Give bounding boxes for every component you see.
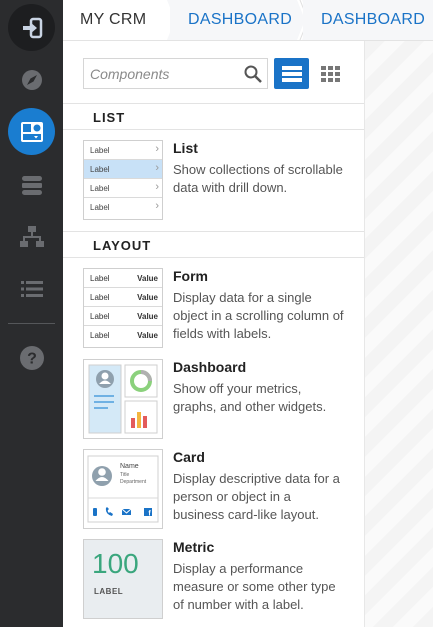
breadcrumb-label: DASHBOARD [321,11,426,28]
component-description: Show off your metrics, graphs, and other… [173,381,327,414]
component-item-card[interactable]: f Name Title Department Card Display des… [83,449,353,529]
search-input[interactable] [90,65,240,83]
section-title: LIST [93,110,126,125]
list-view-icon [281,65,302,82]
component-description: Show collections of scrollable data with… [173,162,343,195]
component-item-list[interactable]: Label › Label › Label › Label › List Show co… [83,140,353,220]
component-title: Card [173,449,205,465]
card-thumb-department: Department [120,479,147,485]
search-icon[interactable] [243,64,263,84]
top-header: MY CRM DASHBOARD DASHBOARD [63,0,433,41]
section-title: LAYOUT [93,238,152,253]
card-thumb-title: Title [120,472,130,478]
component-title: Metric [173,539,215,555]
thumb-row-selected: Label › [84,160,162,179]
left-nav-rail: ? [0,0,63,627]
breadcrumb-item-dashboard-1[interactable]: DASHBOARD [170,0,304,40]
help-button[interactable]: ? [16,342,47,373]
help-icon: ? [19,345,44,370]
dashboard-thumbnail [83,359,163,439]
app-title[interactable]: MY CRM [80,11,146,29]
section-header-layout: LAYOUT [63,231,364,258]
card-thumb-graphic: f [87,455,159,523]
component-title: Form [173,268,208,284]
form-thumbnail: Label Value Label Value Label Value Label Va… [83,268,163,348]
explore-button[interactable] [16,64,47,95]
thumb-row: Label › [84,141,162,160]
list-view-button[interactable] [274,58,309,89]
breadcrumb-item-dashboard-2[interactable]: DASHBOARD [303,0,433,40]
component-item-form[interactable]: Label Value Label Value Label Value Label Va… [83,268,353,348]
compass-icon [21,69,42,90]
grid-view-button[interactable] [313,58,348,89]
grid-view-icon [321,65,340,82]
component-search [83,58,268,89]
thumb-row: Label › [84,179,162,198]
section-header-list: LIST [63,103,364,130]
component-description: Display descriptive data for a person or… [173,471,340,522]
list-icon [20,280,43,297]
list-button[interactable] [16,273,47,304]
metric-thumb-number: 100 [92,548,139,579]
components-icon [20,121,43,142]
component-title: Dashboard [173,359,247,375]
card-thumb-name: Name [120,463,139,470]
components-button[interactable] [8,108,55,155]
breadcrumb-label: DASHBOARD [188,11,293,28]
component-palette: LIST Label› Label› Label› Label› List Sh… [63,41,364,627]
component-description: Display data for a single object in a sc… [173,290,344,341]
metric-thumbnail: 100 LABEL [83,539,163,619]
component-description: Display a performance measure or some ot… [173,561,336,612]
list-thumbnail: Label › Label › Label › Label › [83,140,163,220]
hierarchy-button[interactable] [16,221,47,252]
component-item-dashboard[interactable]: Dashboard Show off your metrics, graphs,… [83,359,353,439]
design-canvas[interactable] [364,41,433,627]
metric-thumb-label: LABEL [94,587,124,596]
dashboard-widgets-icon [88,364,158,434]
card-thumbnail: f Name Title Department [83,449,163,529]
component-title: List [173,140,198,156]
thumb-row: Label › [90,200,159,212]
database-icon [21,175,42,195]
exit-button[interactable] [8,4,55,51]
svg-text:?: ? [27,350,37,367]
rail-divider [8,323,55,324]
component-item-metric[interactable]: 100 LABEL Metric Display a performance m… [83,539,353,619]
data-button[interactable] [16,169,47,200]
exit-icon [22,17,42,38]
hierarchy-icon [19,225,44,247]
